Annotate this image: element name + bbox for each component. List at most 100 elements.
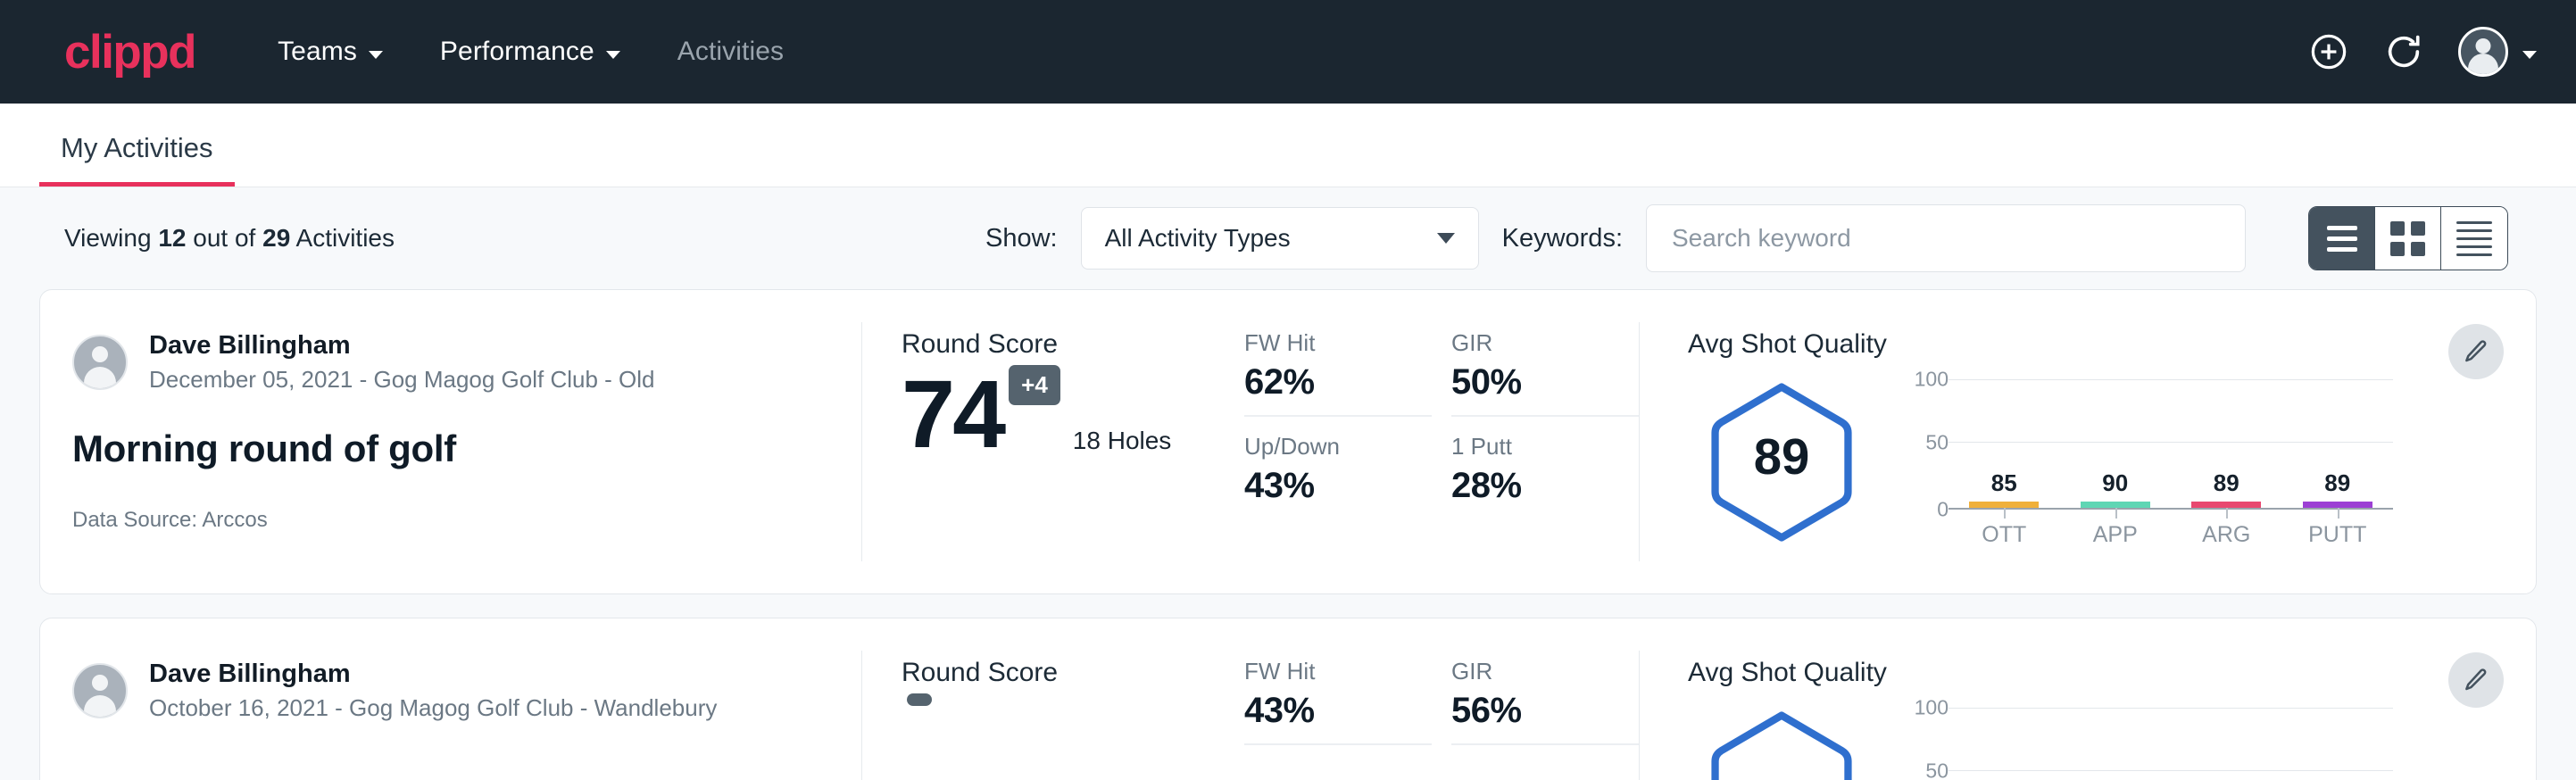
metric-gir: GIR 50% [1451, 329, 1639, 417]
y-tick-100: 100 [1915, 696, 1949, 720]
tab-my-activities[interactable]: My Activities [39, 132, 235, 187]
filter-bar: Viewing 12 out of 29 Activities Show: Al… [39, 187, 2537, 289]
activity-card[interactable]: Dave Billingham October 16, 2021 - Gog M… [39, 618, 2537, 780]
round-score-value-row: 74 +4 18 Holes [902, 365, 1219, 461]
x-tick-ott: OTT [1969, 522, 2039, 548]
viewing-prefix: Viewing [64, 224, 152, 252]
chart-x-axis: OTT APP ARG PUTT [1949, 522, 2393, 548]
activity-meta: October 16, 2021 - Gog Magog Golf Club -… [149, 693, 717, 724]
activity-author: Dave Billingham October 16, 2021 - Gog M… [72, 658, 826, 724]
author-name: Dave Billingham [149, 658, 717, 690]
nav-item-performance[interactable]: Performance [436, 29, 624, 74]
x-tick-app: APP [2081, 522, 2150, 548]
tab-bar: My Activities [0, 104, 2576, 187]
bar-app-rect [2081, 502, 2150, 508]
metric-fw-hit-value: 62% [1244, 362, 1432, 402]
search-input[interactable] [1646, 204, 2246, 272]
metric-up-down-label: Up/Down [1244, 433, 1432, 461]
view-mode-list-button[interactable] [2309, 207, 2375, 270]
metric-fw-hit-label: FW Hit [1244, 658, 1432, 685]
round-score-section: Round Score 74 +4 18 Holes [862, 290, 1219, 593]
clippd-logo[interactable]: clippd [64, 29, 195, 76]
quality-hexagon [1688, 704, 1875, 780]
edit-activity-button[interactable] [2448, 324, 2504, 379]
score-differential-badge: +4 [1009, 365, 1060, 405]
chevron-down-icon [1437, 233, 1455, 244]
chart-bars: 85 90 89 [1949, 376, 2393, 508]
hexagon-icon: 89 [1707, 381, 1857, 544]
holes-played: 18 Holes [1073, 427, 1172, 455]
avatar [72, 335, 128, 390]
round-metrics: FW Hit 43% GIR 56% [1219, 618, 1639, 780]
bar-app: 90 [2081, 502, 2150, 508]
round-metrics: FW Hit 62% GIR 50% Up/Down 43% 1 Putt 28… [1219, 290, 1639, 593]
activity-title: Morning round of golf [72, 427, 826, 470]
show-label: Show: [985, 224, 1058, 253]
page-content: Viewing 12 out of 29 Activities Show: Al… [0, 187, 2576, 780]
x-tick-arg: ARG [2191, 522, 2261, 548]
y-tick-50: 50 [1925, 759, 1949, 780]
view-mode-compact-button[interactable] [2441, 207, 2507, 270]
shot-quality-chart: 100 50 0 85 [1875, 376, 2393, 548]
score-differential-badge [907, 693, 932, 706]
activity-type-select[interactable]: All Activity Types [1081, 207, 1479, 270]
viewing-count: 12 [158, 224, 186, 252]
edit-activity-button[interactable] [2448, 652, 2504, 708]
metric-up-down: Up/Down 43% [1244, 433, 1432, 519]
filter-controls: Show: All Activity Types Keywords: [985, 204, 2508, 272]
pencil-icon [2463, 338, 2489, 365]
activity-info: Dave Billingham December 05, 2021 - Gog … [40, 290, 861, 593]
viewing-middle: out of [193, 224, 255, 252]
metric-fw-hit-label: FW Hit [1244, 329, 1432, 357]
metric-gir-label: GIR [1451, 658, 1639, 685]
chart-plot-area: 85 90 89 [1949, 376, 2393, 510]
hexagon-icon [1707, 709, 1857, 780]
chart-bars: 94 82 106 [1949, 704, 2393, 780]
metric-one-putt-value: 28% [1451, 466, 1639, 506]
avg-shot-quality-label: Avg Shot Quality [1688, 658, 2536, 688]
avg-shot-quality-label: Avg Shot Quality [1688, 329, 2536, 360]
tab-my-activities-label: My Activities [61, 132, 213, 163]
viewing-summary: Viewing 12 out of 29 Activities [64, 224, 395, 253]
round-score-section: Round Score [862, 618, 1219, 780]
metric-fw-hit-value: 43% [1244, 691, 1432, 731]
chart-y-axis: 100 50 0 [1893, 704, 1949, 780]
nav-item-teams[interactable]: Teams [274, 29, 386, 74]
activity-author: Dave Billingham December 05, 2021 - Gog … [72, 329, 826, 395]
avatar [72, 663, 128, 718]
avg-shot-quality-section: Avg Shot Quality 89 100 50 0 [1640, 290, 2536, 593]
plus-circle-icon[interactable] [2308, 31, 2349, 72]
metric-one-putt-label: 1 Putt [1451, 433, 1639, 461]
metric-fw-hit: FW Hit 43% [1244, 658, 1432, 745]
round-score-label: Round Score [902, 329, 1219, 360]
view-mode-grid-button[interactable] [2375, 207, 2441, 270]
y-tick-50: 50 [1925, 431, 1949, 455]
activity-meta: December 05, 2021 - Gog Magog Golf Club … [149, 364, 655, 395]
bar-arg-value: 89 [2214, 469, 2239, 497]
metric-up-down-value: 43% [1244, 466, 1432, 506]
nav-item-activities-label: Activities [677, 37, 784, 67]
metric-gir: GIR 56% [1451, 658, 1639, 745]
metric-gir-value: 50% [1451, 362, 1639, 402]
avg-shot-quality-section: Avg Shot Quality 100 50 0 [1640, 618, 2536, 780]
bar-putt-rect [2303, 502, 2372, 508]
author-name: Dave Billingham [149, 329, 655, 361]
chevron-down-icon [2522, 51, 2537, 59]
nav-actions [2308, 27, 2537, 77]
activity-data-source: Data Source: Arccos [72, 508, 826, 533]
activity-card[interactable]: Dave Billingham December 05, 2021 - Gog … [39, 289, 2537, 594]
nav-item-activities[interactable]: Activities [674, 29, 787, 74]
list-view-icon [2327, 226, 2357, 252]
pencil-icon [2463, 667, 2489, 693]
primary-nav: Teams Performance Activities [274, 29, 787, 74]
avatar [2458, 27, 2508, 77]
account-menu[interactable] [2458, 27, 2537, 77]
activity-info: Dave Billingham October 16, 2021 - Gog M… [40, 618, 861, 780]
refresh-icon[interactable] [2383, 31, 2424, 72]
activity-type-value: All Activity Types [1105, 224, 1291, 253]
metric-one-putt: 1 Putt 28% [1451, 433, 1639, 519]
chart-plot-area: 94 82 106 [1949, 704, 2393, 780]
view-mode-toggle [2308, 206, 2508, 270]
bar-ott-rect [1969, 502, 2039, 508]
round-score-value-row [902, 693, 1219, 761]
